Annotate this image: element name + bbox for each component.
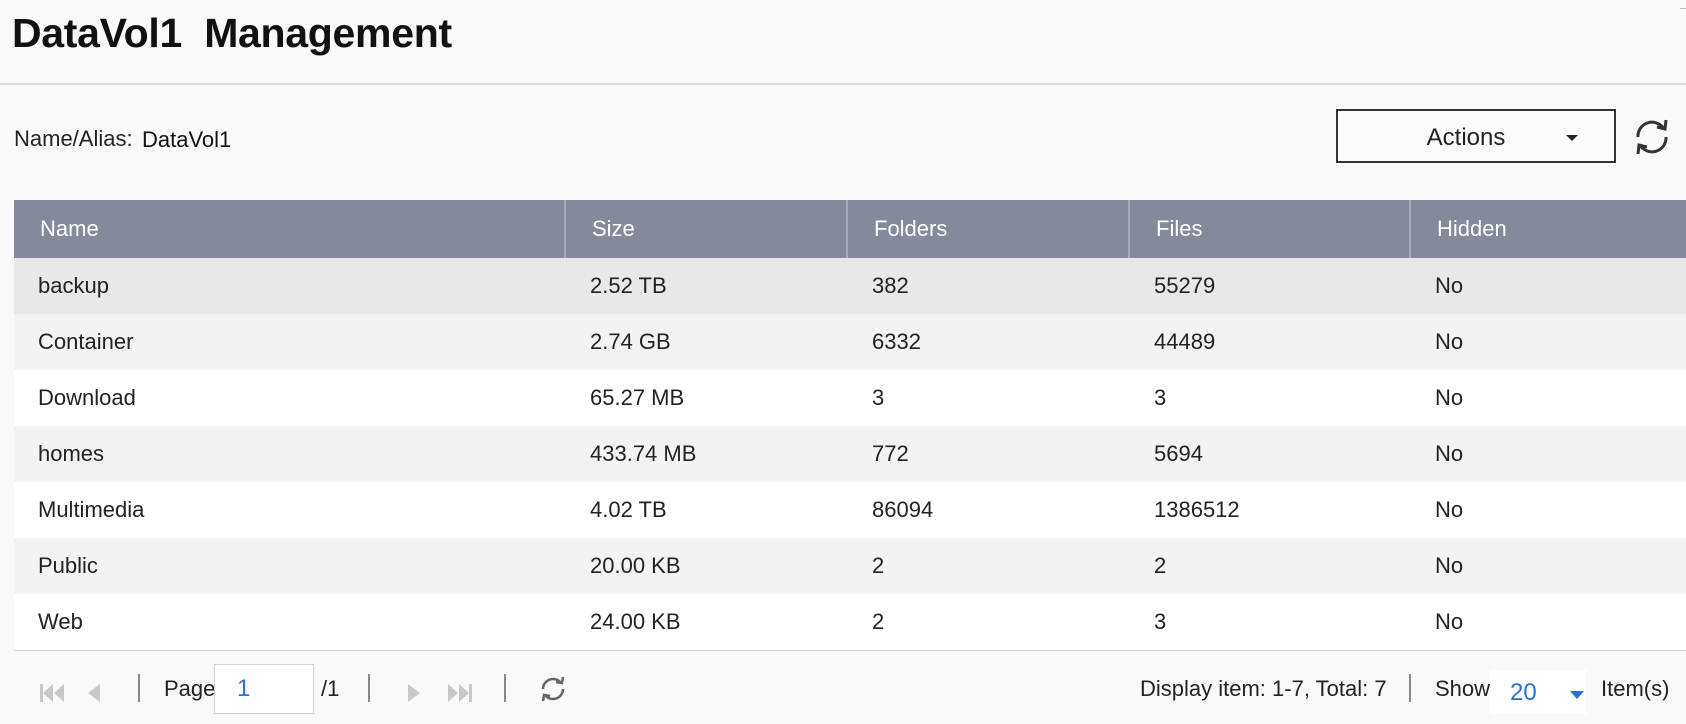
caret-down-icon	[1566, 135, 1578, 141]
items-per-page-select[interactable]: 20	[1490, 670, 1586, 714]
cell-size: 65.27 MB	[590, 385, 685, 410]
table-row[interactable]: homes 433.74 MB 772 5694 No	[14, 426, 1686, 482]
cell-folders: 772	[872, 441, 909, 466]
refresh-icon[interactable]	[538, 674, 568, 702]
cell-files: 3	[1154, 609, 1167, 634]
separator	[1409, 674, 1411, 702]
next-page-icon[interactable]	[406, 682, 424, 704]
cell-folders: 3	[872, 385, 885, 410]
items-per-page-value: 20	[1510, 679, 1537, 706]
cell-name: Public	[38, 553, 98, 578]
separator	[504, 674, 506, 702]
cell-size: 433.74 MB	[590, 441, 697, 466]
cell-folders: 382	[872, 273, 909, 298]
cell-hidden: No	[1435, 609, 1464, 634]
cell-name: homes	[38, 441, 105, 466]
cell-name: Container	[38, 329, 134, 354]
cell-hidden: No	[1435, 497, 1464, 522]
display-info: Display item: 1-7, Total: 7	[1140, 676, 1387, 701]
first-page-icon[interactable]	[38, 682, 66, 704]
cell-size: 20.00 KB	[590, 553, 681, 578]
cell-folders: 6332	[872, 329, 921, 354]
table-row[interactable]: Multimedia 4.02 TB 86094 1386512 No	[14, 482, 1686, 538]
cell-folders: 2	[872, 609, 885, 634]
show-label: Show	[1435, 676, 1491, 701]
shared-folder-table: Name Size Folders Files Hidden backup 2.…	[14, 200, 1686, 651]
cell-size: 2.52 TB	[590, 273, 667, 298]
caret-down-icon	[1570, 691, 1584, 699]
cell-name: Multimedia	[38, 497, 145, 522]
cell-size: 4.02 TB	[590, 497, 667, 522]
alias-value: DataVol1	[142, 127, 232, 152]
cell-files: 55279	[1154, 273, 1216, 298]
column-header-hidden[interactable]: Hidden	[1411, 200, 1686, 258]
corner-mark	[1680, 8, 1686, 9]
cell-files: 5694	[1154, 441, 1203, 466]
table-row[interactable]: Web 24.00 KB 2 3 No	[14, 594, 1686, 650]
table-header: Name Size Folders Files Hidden	[14, 200, 1686, 258]
page-number-input[interactable]	[214, 664, 314, 714]
column-header-files[interactable]: Files	[1130, 200, 1411, 258]
cell-size: 2.74 GB	[590, 329, 671, 354]
cell-name: backup	[38, 273, 109, 298]
table-row[interactable]: Public 20.00 KB 2 2 No	[14, 538, 1686, 594]
cell-hidden: No	[1435, 273, 1464, 298]
cell-hidden: No	[1435, 553, 1464, 578]
page-total: /1	[321, 676, 340, 701]
pagination-bar: Page /1 Display item: 1-7, Total: 7 Show…	[14, 662, 1686, 724]
separator	[368, 674, 370, 702]
cell-files: 2	[1154, 553, 1167, 578]
page-title: DataVol1 Management	[12, 10, 452, 56]
page-header: DataVol1 Management	[0, 0, 1686, 85]
items-label: Item(s)	[1601, 676, 1670, 701]
cell-name: Web	[38, 609, 83, 634]
separator	[138, 674, 140, 702]
column-header-name[interactable]: Name	[14, 200, 566, 258]
cell-hidden: No	[1435, 441, 1464, 466]
table-divider	[14, 650, 1686, 651]
table-row[interactable]: Download 65.27 MB 3 3 No	[14, 370, 1686, 426]
refresh-icon[interactable]	[1630, 115, 1674, 159]
cell-files: 3	[1154, 385, 1167, 410]
alias-label: Name/Alias:	[14, 126, 133, 151]
cell-files: 44489	[1154, 329, 1216, 354]
actions-label: Actions	[1426, 124, 1506, 151]
cell-name: Download	[38, 385, 136, 410]
cell-hidden: No	[1435, 329, 1464, 354]
cell-folders: 2	[872, 553, 885, 578]
column-header-folders[interactable]: Folders	[848, 200, 1130, 258]
actions-dropdown-button[interactable]: Actions	[1336, 109, 1616, 163]
cell-hidden: No	[1435, 385, 1464, 410]
cell-size: 24.00 KB	[590, 609, 681, 634]
toolbar: Name/Alias: DataVol1 Actions	[0, 85, 1686, 200]
table-row[interactable]: backup 2.52 TB 382 55279 No	[14, 258, 1686, 314]
cell-files: 1386512	[1154, 497, 1240, 522]
page-label: Page	[164, 676, 216, 701]
column-header-size[interactable]: Size	[566, 200, 848, 258]
last-page-icon[interactable]	[446, 682, 474, 704]
table-row[interactable]: Container 2.74 GB 6332 44489 No	[14, 314, 1686, 370]
prev-page-icon[interactable]	[84, 682, 102, 704]
cell-folders: 86094	[872, 497, 934, 522]
